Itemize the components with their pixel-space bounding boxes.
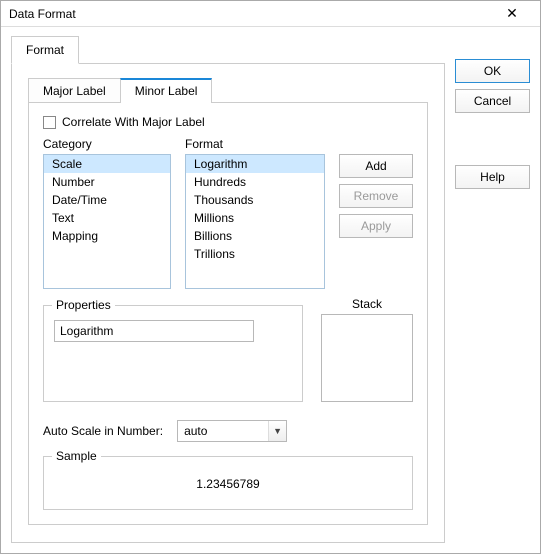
list-item[interactable]: Thousands xyxy=(186,191,324,209)
props-stack-row: Properties Stack xyxy=(43,297,413,402)
list-item[interactable]: Logarithm xyxy=(186,155,324,173)
list-item[interactable]: Trillions xyxy=(186,245,324,263)
format-listbox[interactable]: Logarithm Hundreds Thousands Millions Bi… xyxy=(185,154,325,289)
dialog-title: Data Format xyxy=(9,7,492,21)
help-button[interactable]: Help xyxy=(455,165,530,189)
minor-label-panel: Correlate With Major Label Category Scal… xyxy=(28,102,428,525)
autoscale-label: Auto Scale in Number: xyxy=(43,424,163,438)
format-label: Format xyxy=(185,137,325,151)
remove-button[interactable]: Remove xyxy=(339,184,413,208)
sample-fieldset: Sample 1.23456789 xyxy=(43,456,413,510)
add-button[interactable]: Add xyxy=(339,154,413,178)
correlate-checkbox[interactable] xyxy=(43,116,56,129)
list-item[interactable]: Mapping xyxy=(44,227,170,245)
autoscale-select[interactable]: ▼ xyxy=(177,420,287,442)
close-icon[interactable]: ✕ xyxy=(492,5,532,22)
properties-fieldset: Properties xyxy=(43,305,303,402)
stack-label: Stack xyxy=(321,297,413,311)
category-block: Category Scale Number Date/Time Text Map… xyxy=(43,137,171,289)
autoscale-row: Auto Scale in Number: ▼ xyxy=(43,420,413,442)
sample-legend: Sample xyxy=(52,449,101,463)
list-item[interactable]: Text xyxy=(44,209,170,227)
apply-button[interactable]: Apply xyxy=(339,214,413,238)
cancel-button[interactable]: Cancel xyxy=(455,89,530,113)
right-buttons: OK Cancel Help xyxy=(455,35,530,543)
inner-tabs: Major Label Minor Label xyxy=(28,78,428,103)
titlebar: Data Format ✕ xyxy=(1,1,540,27)
stack-listbox[interactable] xyxy=(321,314,413,402)
properties-input[interactable] xyxy=(54,320,254,342)
autoscale-input[interactable] xyxy=(177,420,287,442)
left-column: Format Major Label Minor Label Correlate… xyxy=(11,35,445,543)
sample-value: 1.23456789 xyxy=(54,467,402,497)
tab-minor-label[interactable]: Minor Label xyxy=(120,78,213,103)
data-format-dialog: Data Format ✕ Format Major Label Minor L… xyxy=(0,0,541,554)
tab-format[interactable]: Format xyxy=(11,36,79,64)
category-listbox[interactable]: Scale Number Date/Time Text Mapping xyxy=(43,154,171,289)
properties-legend: Properties xyxy=(52,298,115,312)
spacer xyxy=(455,119,530,159)
list-item[interactable]: Millions xyxy=(186,209,324,227)
list-item[interactable]: Hundreds xyxy=(186,173,324,191)
tab-major-label[interactable]: Major Label xyxy=(28,78,120,103)
correlate-label: Correlate With Major Label xyxy=(62,115,205,129)
dialog-body: Format Major Label Minor Label Correlate… xyxy=(1,27,540,553)
lists-row: Category Scale Number Date/Time Text Map… xyxy=(43,137,413,289)
list-item[interactable]: Number xyxy=(44,173,170,191)
list-item[interactable]: Scale xyxy=(44,155,170,173)
list-actions: Add Remove Apply xyxy=(339,154,413,289)
ok-button[interactable]: OK xyxy=(455,59,530,83)
list-item[interactable]: Billions xyxy=(186,227,324,245)
correlate-row: Correlate With Major Label xyxy=(43,115,413,129)
outer-tabs: Format xyxy=(11,35,445,63)
stack-block: Stack xyxy=(321,297,413,402)
list-item[interactable]: Date/Time xyxy=(44,191,170,209)
format-panel: Major Label Minor Label Correlate With M… xyxy=(11,63,445,543)
category-label: Category xyxy=(43,137,171,151)
format-block: Format Logarithm Hundreds Thousands Mill… xyxy=(185,137,325,289)
